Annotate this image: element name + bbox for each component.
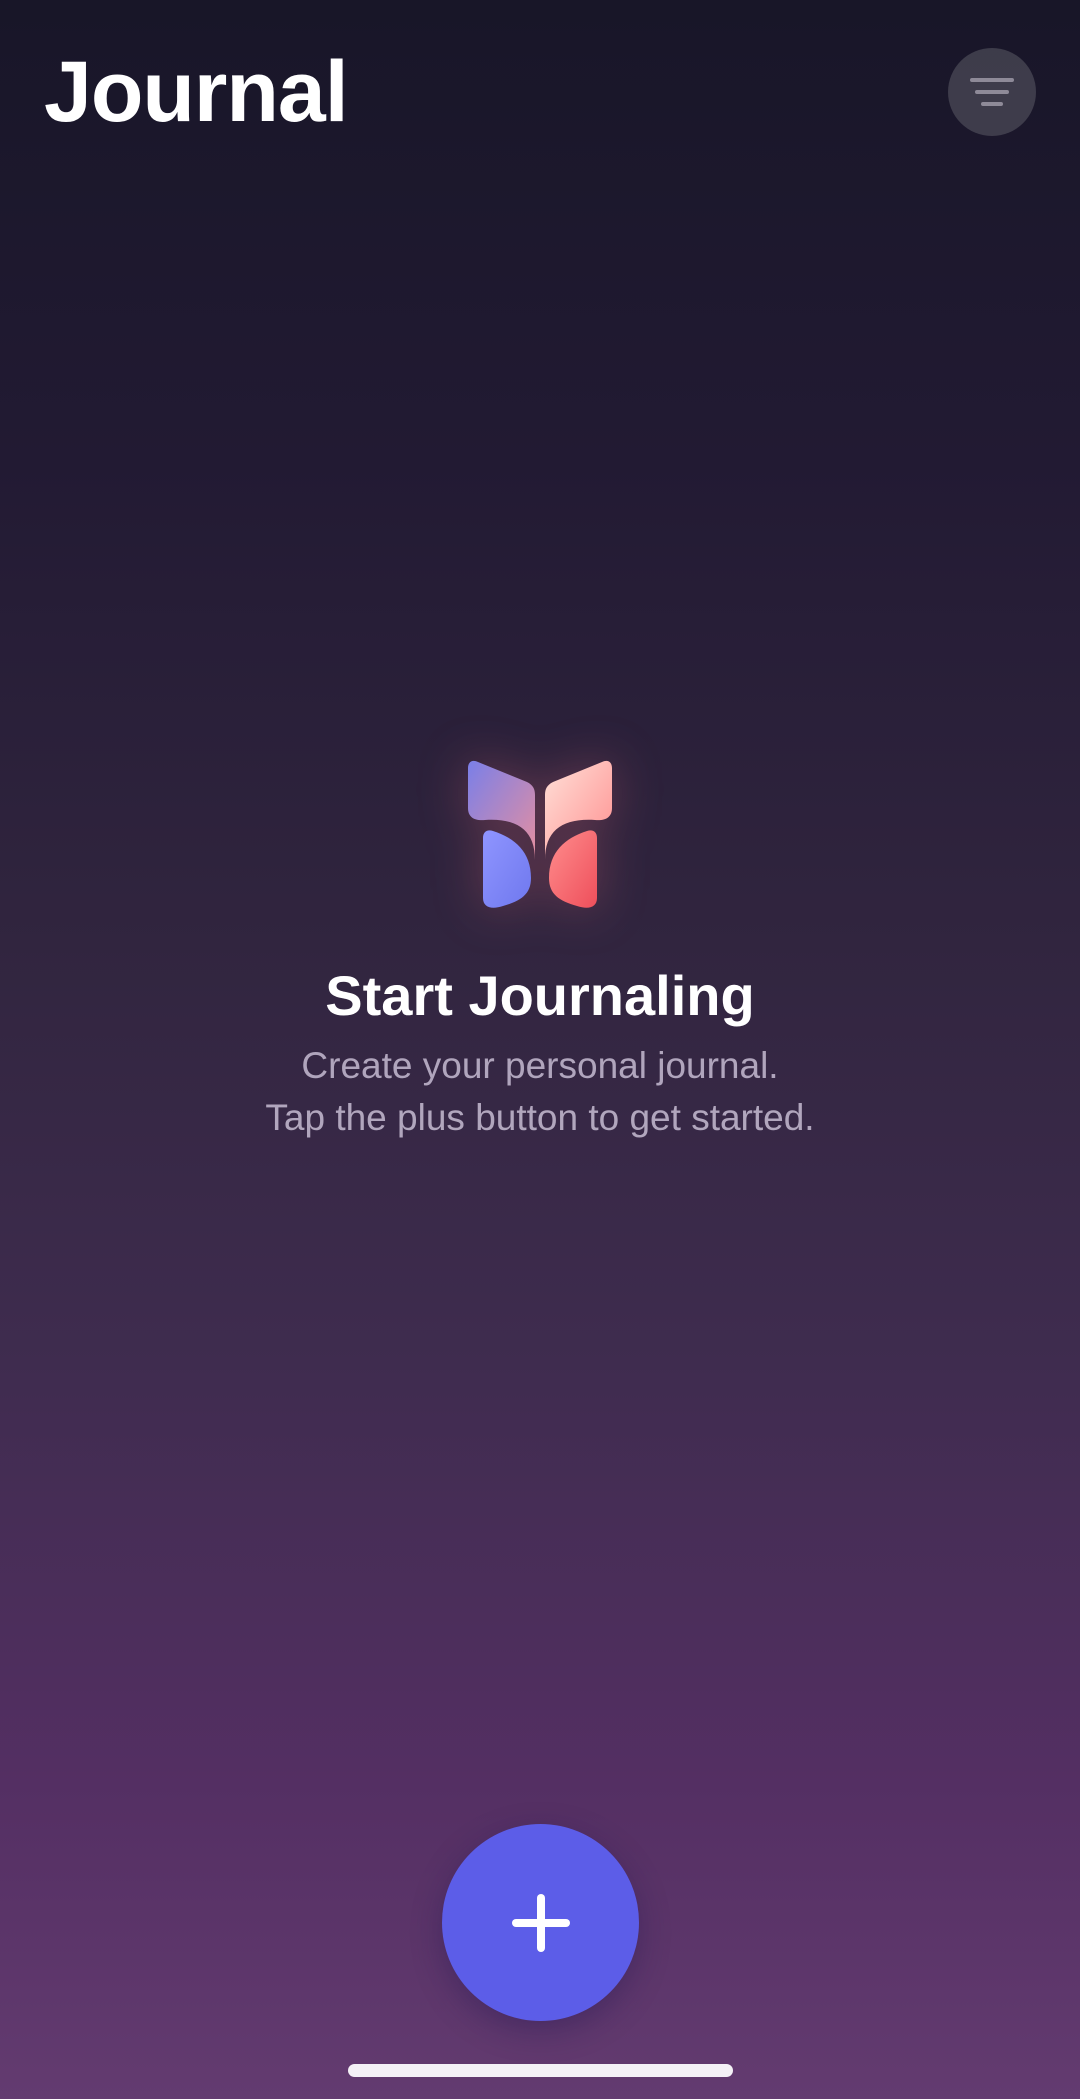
add-entry-button[interactable] [442,1824,639,2021]
page-title: Journal [44,44,349,140]
header: Journal [0,0,1080,160]
menu-button[interactable] [948,48,1036,136]
home-indicator[interactable] [348,2064,733,2077]
filter-lines-icon [970,78,1014,106]
empty-state-line-2: Tap the plus button to get started. [265,1097,815,1138]
empty-state-line-1: Create your personal journal. [301,1045,779,1086]
empty-state: Start Journaling Create your personal jo… [0,760,1080,1144]
journal-butterfly-icon [468,760,612,908]
plus-icon [511,1893,570,1952]
empty-state-title: Start Journaling [325,964,755,1027]
